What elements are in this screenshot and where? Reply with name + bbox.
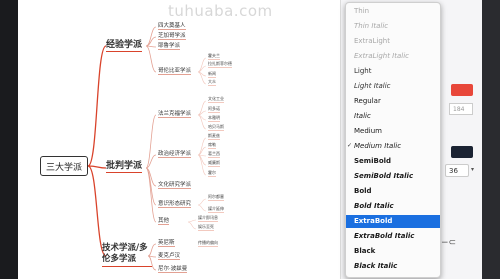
leaf-node[interactable]: 大众 — [208, 79, 216, 86]
chevron-down-icon[interactable]: ▾ — [471, 166, 474, 173]
sub-node[interactable]: 英尼斯 — [158, 238, 175, 247]
sub-node[interactable]: 其他 — [158, 216, 170, 225]
leaf-node[interactable]: 娱乐至死 — [198, 224, 214, 231]
menu-item[interactable]: ExtraLight — [346, 35, 440, 48]
leaf-node[interactable]: 拉扎斯菲尔德 — [208, 61, 232, 68]
sub-node[interactable]: 法兰克福学派 — [158, 109, 192, 118]
connector-style-icon[interactable]: −⊂ — [441, 238, 456, 248]
leaf-node[interactable]: 本雅明 — [208, 115, 220, 122]
sub-node[interactable]: 耶鲁学派 — [158, 41, 181, 50]
menu-item[interactable]: ExtraLight Italic — [346, 50, 440, 63]
sub-node[interactable]: 麦克卢汉 — [158, 251, 181, 260]
checkmark-icon: ✓ — [347, 142, 353, 149]
leaf-node[interactable]: 文化工业 — [208, 96, 224, 103]
font-weight-menu[interactable]: Thin Thin Italic ExtraLight ExtraLight I… — [345, 2, 441, 278]
sub-node[interactable]: 四大奠基人 — [158, 21, 186, 30]
menu-item[interactable]: Thin Italic — [346, 20, 440, 33]
menu-item[interactable]: Black Italic — [346, 260, 440, 273]
leaf-node[interactable]: 阿多诺 — [208, 106, 220, 113]
sub-node[interactable]: 尼尔·波兹曼 — [158, 264, 188, 273]
leaf-node[interactable]: 新闻 — [208, 71, 216, 78]
menu-item[interactable]: Black — [346, 245, 440, 258]
sub-node[interactable]: 意识形态研究 — [158, 199, 192, 208]
sub-node[interactable]: 文化研究学派 — [158, 180, 192, 189]
menu-item[interactable]: Italic — [346, 110, 440, 123]
mindmap-canvas[interactable]: tuhuaba.com 三大学派 经验学派 批判学派 技术学派/多伦多学派 四大… — [18, 0, 340, 279]
root-node[interactable]: 三大学派 — [40, 156, 88, 176]
font-size-stepper[interactable]: 36 — [445, 164, 469, 177]
menu-item[interactable]: ExtraBold Italic — [346, 230, 440, 243]
dark-color-swatch[interactable] — [451, 146, 473, 158]
leaf-node[interactable]: 葛兰西 — [208, 151, 220, 158]
leaf-node[interactable]: 斯麦兹 — [208, 133, 220, 140]
leaf-node[interactable]: 席勒 — [208, 142, 216, 149]
menu-item[interactable]: Light Italic — [346, 80, 440, 93]
number-field[interactable]: 184 — [449, 103, 473, 115]
menu-item[interactable]: SemiBold — [346, 155, 440, 168]
menu-item[interactable]: Medium Italic — [346, 140, 440, 153]
accent-color-swatch[interactable] — [451, 84, 473, 96]
branch-node[interactable]: 技术学派/多伦多学派 — [102, 243, 152, 267]
menu-item[interactable]: SemiBold Italic — [346, 170, 440, 183]
sub-node[interactable]: 芝加哥学派 — [158, 31, 186, 40]
leaf-node[interactable]: 哈贝马斯 — [208, 124, 224, 131]
branch-node[interactable]: 经验学派 — [106, 37, 143, 52]
leaf-node[interactable]: 媒介即讯息 — [198, 215, 218, 222]
leaf-node[interactable]: 传播的偏向 — [198, 240, 218, 247]
menu-item[interactable]: Bold — [346, 185, 440, 198]
menu-item[interactable]: Medium — [346, 125, 440, 138]
branch-node[interactable]: 批判学派 — [106, 158, 143, 173]
sub-node[interactable]: 政治经济学派 — [158, 149, 192, 158]
leaf-node[interactable]: 霍尔 — [208, 170, 216, 177]
leaf-node[interactable]: 媒介延伸 — [208, 206, 224, 213]
menu-item[interactable]: Bold Italic — [346, 200, 440, 213]
menu-item[interactable]: Regular — [346, 95, 440, 108]
leaf-node[interactable]: 阿尔都塞 — [208, 194, 224, 201]
menu-item[interactable]: Thin — [346, 5, 440, 18]
sub-node[interactable]: 哥伦比亚学派 — [158, 66, 192, 75]
menu-item[interactable]: Light — [346, 65, 440, 78]
menu-item-selected[interactable]: ExtraBold — [346, 215, 440, 228]
scrollbar[interactable] — [482, 0, 500, 279]
leaf-node[interactable]: 霍夫兰 — [208, 53, 220, 60]
leaf-node[interactable]: 威廉斯 — [208, 160, 220, 167]
